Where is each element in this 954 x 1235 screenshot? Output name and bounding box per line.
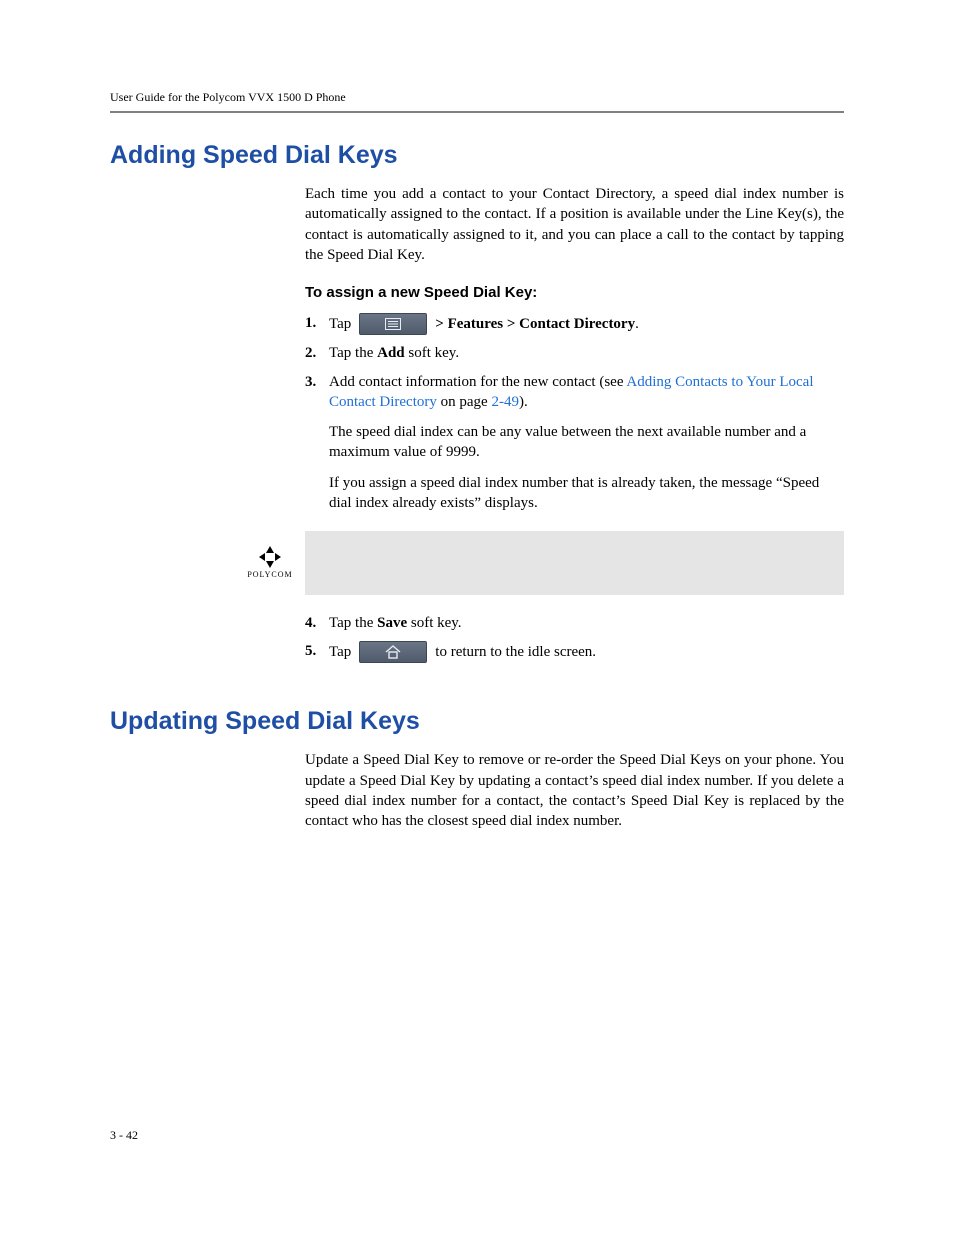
step-body: Tap the Add soft key. <box>329 343 844 363</box>
note-callout: POLYCOM <box>235 531 844 595</box>
menu-icon <box>359 313 427 335</box>
step-body: Tap the Save soft key. <box>329 613 844 633</box>
heading-updating-speed-dial: Updating Speed Dial Keys <box>110 707 844 736</box>
page-number: 3 - 42 <box>110 1128 138 1143</box>
step-body: Tap > Features > Contact Directory. <box>329 313 844 335</box>
step-number: 2. <box>305 343 329 363</box>
procedure-list-cont: 4. Tap the Save soft key. 5. Tap to retu… <box>305 613 844 663</box>
step-text: Tap <box>329 642 351 662</box>
step-4: 4. Tap the Save soft key. <box>305 613 844 633</box>
step-text-post: to return to the idle screen. <box>435 642 596 662</box>
polycom-logo-text: POLYCOM <box>247 570 292 581</box>
step-1: 1. Tap > Features > Contact Directory. <box>305 313 844 335</box>
header-rule <box>110 111 844 113</box>
home-icon <box>359 641 427 663</box>
procedure-heading: To assign a new Speed Dial Key: <box>305 283 844 303</box>
updating-intro: Update a Speed Dial Key to remove or re-… <box>305 750 844 831</box>
procedure-list: 1. Tap > Features > Contact Directory. <box>305 313 844 513</box>
callout-body <box>305 531 844 595</box>
heading-adding-speed-dial: Adding Speed Dial Keys <box>110 141 844 170</box>
step-3-note-2: If you assign a speed dial index number … <box>329 473 844 514</box>
step-text-post: > Features > Contact Directory. <box>435 314 639 334</box>
polycom-logo: POLYCOM <box>235 531 305 595</box>
link-page-ref[interactable]: 2-49 <box>491 394 519 410</box>
step-body: Add contact information for the new cont… <box>329 372 844 514</box>
step-3-note-1: The speed dial index can be any value be… <box>329 422 844 463</box>
running-head: User Guide for the Polycom VVX 1500 D Ph… <box>110 90 844 105</box>
step-number: 4. <box>305 613 329 633</box>
page: User Guide for the Polycom VVX 1500 D Ph… <box>0 0 954 1235</box>
step-number: 5. <box>305 641 329 661</box>
step-number: 3. <box>305 372 329 392</box>
step-3: 3. Add contact information for the new c… <box>305 372 844 514</box>
intro-paragraph: Each time you add a contact to your Cont… <box>305 184 844 265</box>
step-2: 2. Tap the Add soft key. <box>305 343 844 363</box>
step-text: Tap <box>329 314 351 334</box>
section1-body: Each time you add a contact to your Cont… <box>305 184 844 663</box>
step-5: 5. Tap to return to the idle screen. <box>305 641 844 663</box>
section-updating: Updating Speed Dial Keys Update a Speed … <box>110 707 844 831</box>
step-body: Tap to return to the idle screen. <box>329 641 844 663</box>
step-number: 1. <box>305 313 329 333</box>
